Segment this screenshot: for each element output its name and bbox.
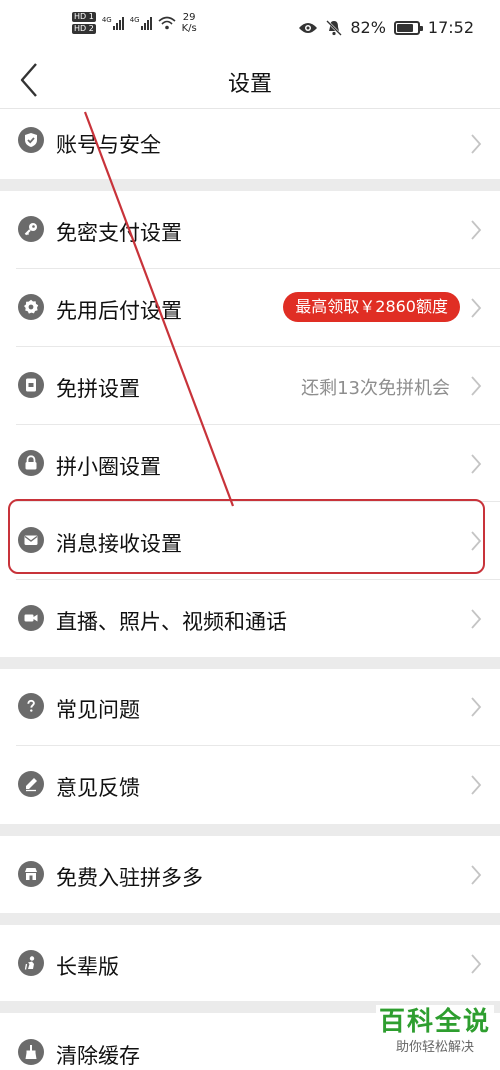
- question-icon: [18, 693, 44, 719]
- net-type-2: 4G: [129, 16, 140, 24]
- key-icon: [18, 216, 44, 242]
- row-label-merchant: 免费入驻拼多多: [56, 866, 203, 890]
- section-gap: [0, 657, 500, 669]
- highlight-box: [8, 499, 485, 574]
- settings-row-elder-mode[interactable]: 长辈版: [0, 925, 500, 1001]
- settings-row-password-free-pay[interactable]: 免密支付设置: [0, 191, 500, 268]
- clock: 17:52: [427, 18, 474, 37]
- settings-row-feedback[interactable]: 意见反馈: [0, 746, 500, 824]
- settings-row-media[interactable]: 直播、照片、视频和通话: [0, 580, 500, 657]
- net-type-1: 4G: [101, 16, 112, 24]
- row-label-pay-later: 先用后付设置: [56, 299, 182, 323]
- hd1-badge: HD 1: [72, 12, 96, 22]
- status-bar: HD 1 HD 2 4G 4G 29 K/s 82% 17:52: [0, 0, 500, 52]
- free-group-hint: 还剩13次免拼机会: [301, 378, 450, 399]
- eye-icon: [299, 22, 318, 33]
- watermark-title: 百科全说: [378, 1007, 491, 1037]
- row-label-feedback: 意见反馈: [56, 776, 140, 800]
- chevron-right-icon: [471, 134, 482, 154]
- row-label-password-free-pay: 免密支付设置: [56, 221, 182, 245]
- card-icon: [18, 372, 44, 398]
- signal-icon: 4G: [102, 16, 124, 30]
- network-speed: 29 K/s: [182, 12, 197, 34]
- signal-icon-2: 4G: [130, 16, 152, 30]
- row-label-circle: 拼小圈设置: [56, 455, 161, 479]
- promo-badge[interactable]: 最高领取￥2860额度: [283, 292, 460, 322]
- wifi-icon: [158, 16, 176, 30]
- pencil-icon: [18, 771, 44, 797]
- chevron-right-icon: [471, 954, 482, 974]
- page-title: 设置: [227, 72, 272, 97]
- status-right: 82% 17:52: [298, 18, 474, 37]
- row-label-free-group: 免拼设置: [56, 377, 140, 401]
- chevron-right-icon: [471, 865, 482, 885]
- section-gap: [0, 824, 500, 836]
- row-label-faq: 常见问题: [56, 698, 140, 722]
- settings-row-account-security[interactable]: 账号与安全: [0, 109, 500, 179]
- row-label-media: 直播、照片、视频和通话: [56, 610, 287, 634]
- chevron-right-icon: [471, 376, 482, 396]
- chevron-right-icon: [471, 775, 482, 795]
- mute-bell-icon: [326, 19, 343, 36]
- broom-icon: [18, 1039, 44, 1065]
- section-gap: [0, 913, 500, 925]
- settings-row-free-group[interactable]: 免拼设置 还剩13次免拼机会: [0, 347, 500, 424]
- video-camera-icon: [18, 605, 44, 631]
- speed-unit: K/s: [181, 23, 197, 34]
- chevron-right-icon: [471, 220, 482, 240]
- row-label-elder-mode: 长辈版: [56, 955, 119, 979]
- settings-row-pay-later[interactable]: 先用后付设置 最高领取￥2860额度: [0, 269, 500, 346]
- lock-icon: [18, 450, 44, 476]
- gear-badge-icon: [18, 294, 44, 320]
- settings-row-merchant[interactable]: 免费入驻拼多多: [0, 836, 500, 913]
- elder-icon: [18, 950, 44, 976]
- battery-percent: 82%: [350, 18, 386, 37]
- speed-value: 29: [182, 12, 196, 23]
- chevron-right-icon: [471, 298, 482, 318]
- hd2-badge: HD 2: [72, 24, 96, 34]
- shield-check-icon: [18, 127, 44, 153]
- hd-indicators: HD 1 HD 2: [72, 12, 96, 34]
- settings-row-circle[interactable]: 拼小圈设置: [0, 425, 500, 501]
- settings-row-faq[interactable]: 常见问题: [0, 669, 500, 745]
- row-label-clear-cache: 清除缓存: [56, 1044, 140, 1068]
- chevron-right-icon: [471, 697, 482, 717]
- watermark: 百科全说 助你轻松解决: [376, 1005, 494, 1065]
- chevron-right-icon: [471, 609, 482, 629]
- chevron-right-icon: [471, 454, 482, 474]
- battery-icon: [393, 20, 423, 35]
- row-label-account-security: 账号与安全: [56, 133, 161, 157]
- section-gap: [0, 179, 500, 191]
- watermark-subtitle: 助你轻松解决: [395, 1040, 474, 1055]
- store-icon: [18, 861, 44, 887]
- nav-bar: 设置: [0, 52, 500, 109]
- status-left: HD 1 HD 2 4G 4G 29 K/s: [72, 12, 197, 34]
